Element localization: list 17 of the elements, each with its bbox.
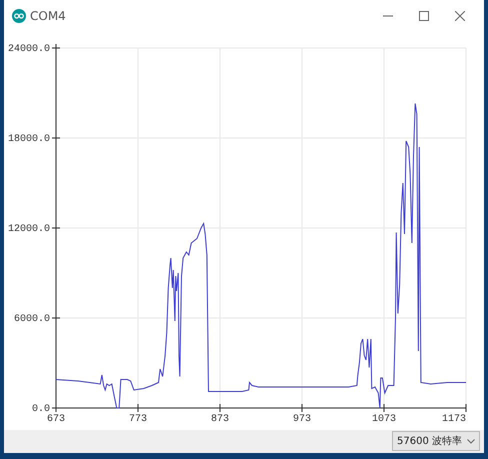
window-title: COM4 [30, 8, 66, 25]
caret-icon [467, 438, 475, 444]
x-tick-label: 973 [293, 414, 311, 425]
app-logo-icon [12, 9, 26, 23]
y-tick-label: 0.0 [32, 404, 50, 415]
close-icon [455, 11, 465, 21]
baud-rate-dropdown[interactable]: 57600 波特率 [392, 431, 480, 451]
maximize-icon [419, 11, 429, 21]
x-tick-label: 1073 [372, 414, 396, 425]
x-tick-label: 873 [211, 414, 229, 425]
y-tick-label: 24000.0 [8, 44, 50, 55]
y-tick-label: 12000.0 [8, 224, 50, 235]
x-tick-label: 1173 [442, 414, 466, 425]
y-tick-label: 6000.0 [14, 314, 50, 325]
x-tick-label: 673 [47, 414, 65, 425]
x-tick-label: 773 [129, 414, 147, 425]
y-tick-label: 18000.0 [8, 134, 50, 145]
